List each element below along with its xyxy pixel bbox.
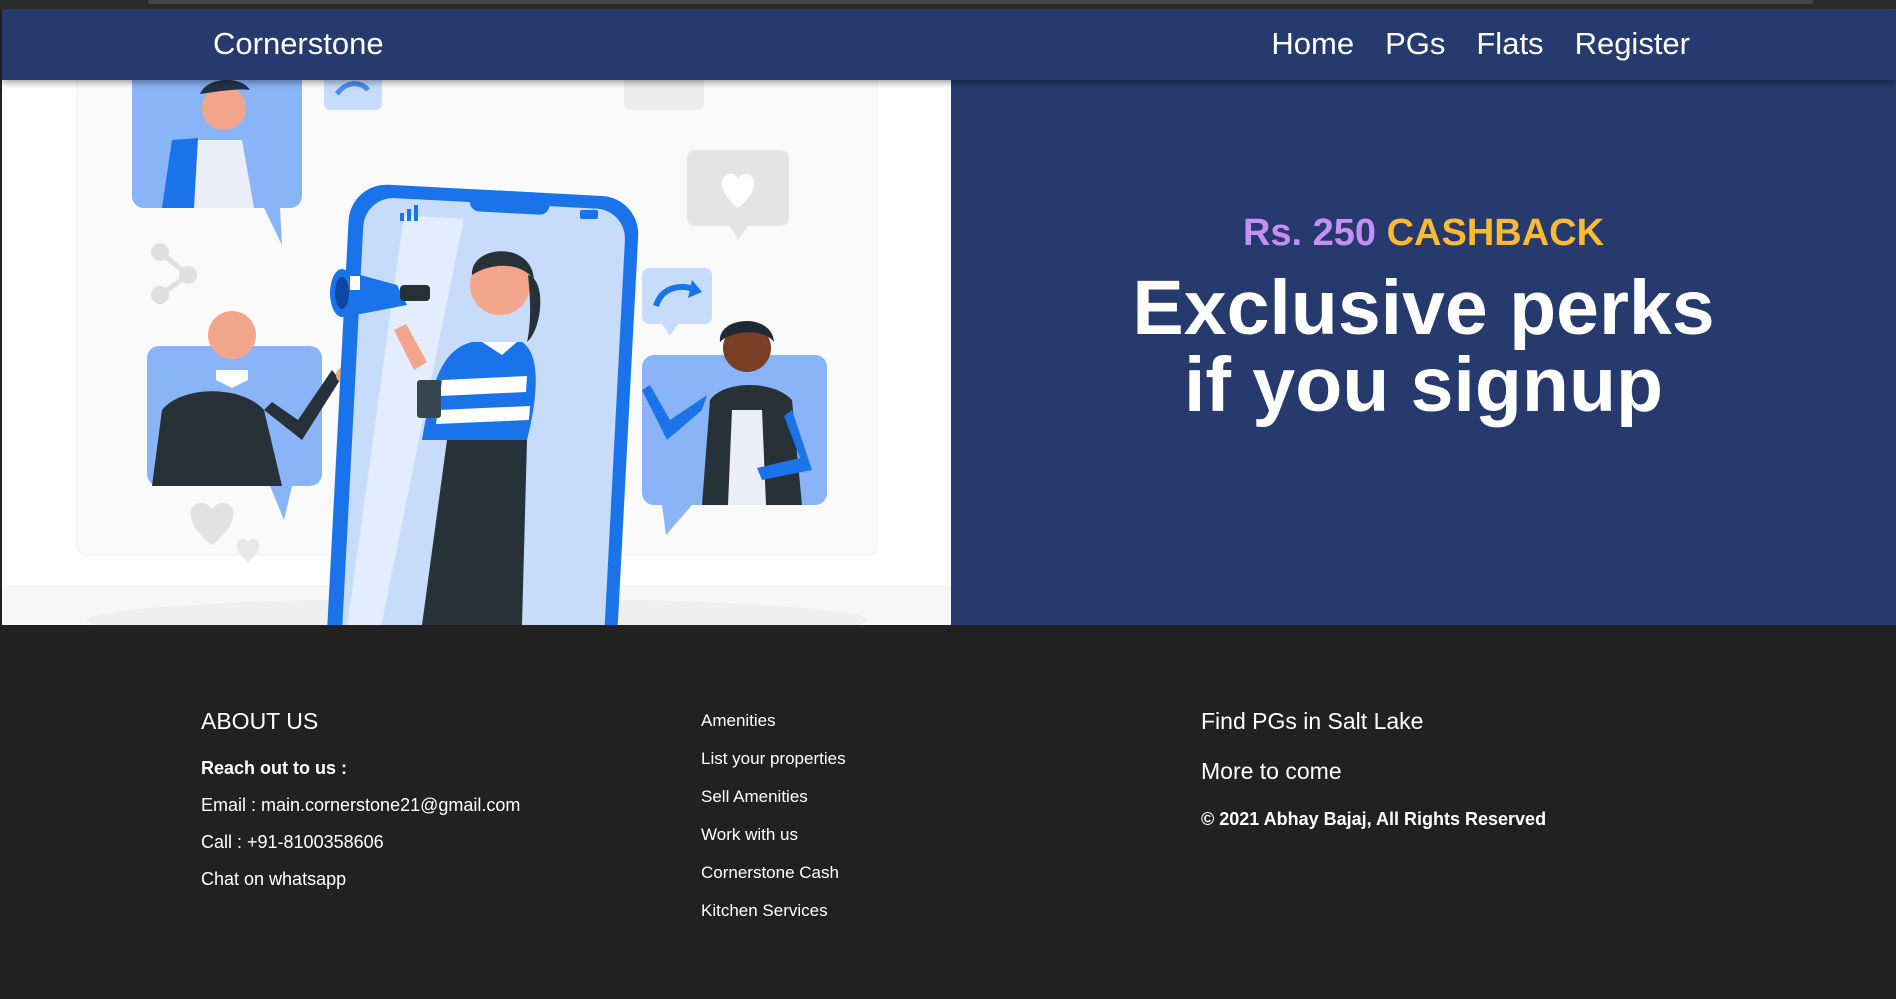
hero-illustration	[2, 80, 951, 625]
contact-email[interactable]: Email : main.cornerstone21@gmail.com	[201, 793, 520, 817]
reach-out-label: Reach out to us :	[201, 758, 348, 778]
footer-link-sell-amenities[interactable]: Sell Amenities	[701, 786, 846, 808]
scroll-track	[148, 0, 1813, 4]
brand-logo-link[interactable]: Cornerstone	[213, 25, 384, 63]
headline-line-1: Exclusive perks	[1132, 265, 1715, 351]
nav-links: Home PGs Flats Register	[1271, 25, 1690, 63]
signup-promo-panel: Rs. 250 CASHBACK Exclusive perks if you …	[951, 80, 1896, 625]
footer-link-amenities[interactable]: Amenities	[701, 710, 846, 732]
footer-link-kitchen-services[interactable]: Kitchen Services	[701, 900, 846, 922]
whatsapp-chat-link[interactable]: Chat on whatsapp	[201, 867, 520, 891]
footer-link-work-with-us[interactable]: Work with us	[701, 824, 846, 846]
nav-register-link[interactable]: Register	[1575, 25, 1690, 63]
contact-phone[interactable]: Call : +91-8100358606	[201, 830, 520, 854]
about-us-heading: ABOUT US	[201, 708, 319, 734]
copyright-notice: © 2021 Abhay Bajaj, All Rights Reserved	[1201, 809, 1547, 829]
cashback-label: CASHBACK	[1386, 212, 1605, 254]
find-pgs-salt-lake-link[interactable]: Find PGs in Salt Lake	[1201, 707, 1546, 735]
nav-pgs-link[interactable]: PGs	[1385, 25, 1445, 63]
signup-headline: Exclusive perks if you signup	[951, 270, 1896, 424]
footer-link-cornerstone-cash[interactable]: Cornerstone Cash	[701, 862, 846, 884]
cashback-offer: Rs. 250 CASHBACK	[951, 210, 1896, 256]
cashback-amount: Rs. 250	[1242, 212, 1377, 254]
navbar: Cornerstone Home PGs Flats Register	[2, 9, 1896, 80]
footer-find-column: Find PGs in Salt Lake More to come © 202…	[1201, 707, 1546, 831]
footer: ABOUT US Reach out to us : Email : main.…	[0, 625, 1896, 999]
footer-about-column: ABOUT US Reach out to us : Email : main.…	[201, 707, 520, 904]
nav-home-link[interactable]: Home	[1271, 25, 1354, 63]
nav-flats-link[interactable]: Flats	[1476, 25, 1543, 63]
footer-link-list-properties[interactable]: List your properties	[701, 748, 846, 770]
megaphone-phone-illustration	[2, 80, 951, 625]
footer-links-column: Amenities List your properties Sell Amen…	[701, 707, 846, 938]
headline-line-2: if you signup	[1183, 342, 1664, 428]
more-to-come-text: More to come	[1201, 758, 1342, 784]
browser-top-strip	[0, 0, 1896, 9]
